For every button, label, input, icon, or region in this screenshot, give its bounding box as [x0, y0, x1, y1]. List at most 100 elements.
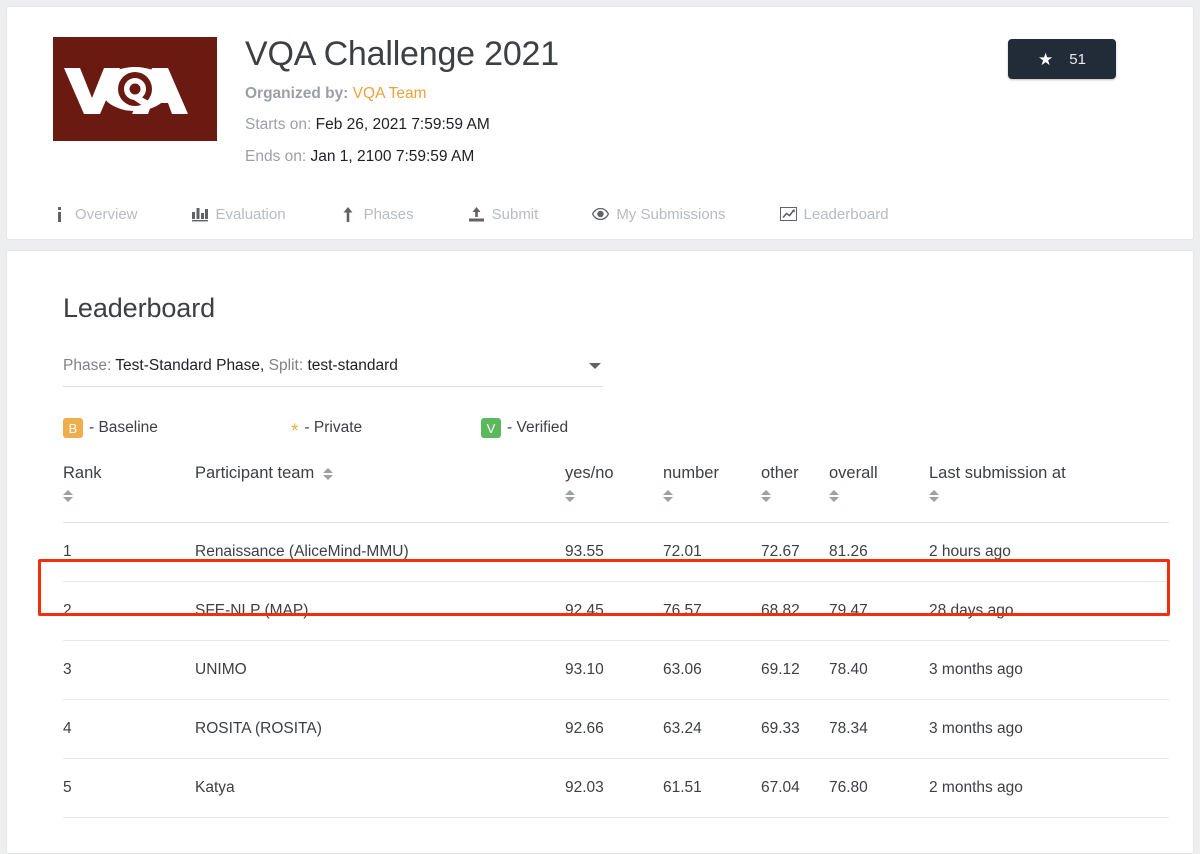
- cell-other: 68.82: [761, 581, 829, 641]
- tab-evaluation[interactable]: Evaluation: [192, 202, 286, 227]
- star-count-label: 51: [1069, 50, 1086, 68]
- leaderboard-legend: B - Baseline * - Private V - Verified: [63, 418, 1157, 442]
- trend-line-icon: [779, 206, 797, 223]
- table-header-row: Rank Participant team yes/no number othe…: [63, 464, 1169, 523]
- cell-overall: 81.26: [829, 522, 929, 582]
- sort-icon-team[interactable]: [323, 467, 334, 480]
- cell-rank: 4: [63, 699, 147, 759]
- cell-team: Renaissance (AliceMind-MMU): [147, 522, 565, 582]
- sort-icon-number[interactable]: [663, 490, 673, 502]
- sort-icon-rank[interactable]: [63, 490, 73, 502]
- tab-phases[interactable]: Phases: [340, 202, 414, 227]
- column-header-overall-label: overall: [829, 464, 878, 482]
- cell-last-submission: 2 months ago: [929, 758, 1169, 818]
- tab-evaluation-label: Evaluation: [215, 205, 286, 223]
- column-header-overall[interactable]: overall: [829, 464, 929, 523]
- column-header-number[interactable]: number: [663, 464, 761, 523]
- cell-rank: 3: [63, 640, 147, 700]
- organizer-link[interactable]: VQA Team: [353, 85, 427, 102]
- private-star-icon: *: [291, 420, 299, 442]
- column-header-team[interactable]: Participant team: [147, 464, 565, 523]
- split-value: test-standard: [307, 357, 398, 374]
- phase-split-value: Phase: Test-Standard Phase, Split: test-…: [63, 357, 589, 375]
- cell-team: SFE-NLP (MAP): [147, 581, 565, 641]
- cell-overall: 79.47: [829, 581, 929, 641]
- baseline-badge-icon: B: [63, 418, 83, 438]
- page-title: VQA Challenge 2021: [245, 35, 559, 73]
- challenge-nav-tabs: Overview Evaluation Phases Submit My Sub…: [51, 202, 1163, 227]
- table-row[interactable]: 4 ROSITA (ROSITA) 92.66 63.24 69.33 78.3…: [63, 699, 1169, 759]
- sort-icon-overall[interactable]: [829, 490, 839, 502]
- cell-yesno: 92.45: [565, 581, 663, 641]
- cell-number: 76.57: [663, 581, 761, 641]
- column-header-other[interactable]: other: [761, 464, 829, 523]
- tab-overview-label: Overview: [75, 205, 138, 223]
- legend-item-baseline: B - Baseline: [63, 418, 291, 438]
- table-row[interactable]: 3 UNIMO 93.10 63.06 69.12 78.40 3 months…: [63, 640, 1169, 700]
- cell-overall: 76.80: [829, 758, 929, 818]
- page-root: VQA Challenge 2021 Organized by: VQA Tea…: [0, 0, 1200, 854]
- ends-on-line: Ends on: Jan 1, 2100 7:59:59 AM: [245, 145, 559, 168]
- starts-on-value: Feb 26, 2021 7:59:59 AM: [315, 116, 490, 134]
- upload-arrow-icon: [340, 206, 357, 223]
- organizer-line: Organized by: VQA Team: [245, 82, 559, 105]
- cell-other: 67.04: [761, 758, 829, 818]
- column-header-yesno-label: yes/no: [565, 464, 614, 482]
- column-header-rank[interactable]: Rank: [63, 464, 147, 523]
- cell-yesno: 92.66: [565, 699, 663, 759]
- column-header-yesno[interactable]: yes/no: [565, 464, 663, 523]
- cell-yesno: 92.03: [565, 758, 663, 818]
- column-header-other-label: other: [761, 464, 799, 482]
- cell-rank: 5: [63, 758, 147, 818]
- phase-split-select[interactable]: Phase: Test-Standard Phase, Split: test-…: [63, 357, 603, 387]
- cell-other: 69.12: [761, 640, 829, 700]
- starts-on-line: Starts on: Feb 26, 2021 7:59:59 AM: [245, 113, 559, 136]
- leaderboard-card: Leaderboard Phase: Test-Standard Phase, …: [6, 250, 1194, 854]
- info-icon: [51, 206, 68, 223]
- ends-on-label: Ends on:: [245, 147, 307, 165]
- cell-number: 61.51: [663, 758, 761, 818]
- cell-last-submission: 2 hours ago: [929, 522, 1169, 582]
- eye-icon: [592, 206, 610, 223]
- tab-my-submissions-label: My Submissions: [616, 205, 726, 223]
- cell-yesno: 93.55: [565, 522, 663, 582]
- star-count-button[interactable]: ★ 51: [1008, 39, 1116, 79]
- verified-badge-icon: V: [481, 418, 501, 438]
- cell-number: 63.24: [663, 699, 761, 759]
- cell-last-submission: 3 months ago: [929, 699, 1169, 759]
- challenge-header-top: VQA Challenge 2021 Organized by: VQA Tea…: [53, 33, 1163, 168]
- tab-leaderboard[interactable]: Leaderboard: [779, 202, 889, 227]
- table-row[interactable]: 5 Katya 92.03 61.51 67.04 76.80 2 months…: [63, 758, 1169, 818]
- cell-overall: 78.40: [829, 640, 929, 700]
- split-label: Split:: [268, 357, 304, 374]
- column-header-last-submission[interactable]: Last submission at: [929, 464, 1169, 523]
- legend-baseline-label: - Baseline: [89, 419, 158, 436]
- cell-last-submission: 3 months ago: [929, 640, 1169, 700]
- legend-private-label: - Private: [304, 419, 363, 436]
- sort-icon-other[interactable]: [761, 490, 771, 502]
- sort-icon-yesno[interactable]: [565, 490, 575, 502]
- tab-submit[interactable]: Submit: [468, 202, 539, 227]
- cell-number: 63.06: [663, 640, 761, 700]
- legend-item-verified: V - Verified: [481, 418, 568, 438]
- cell-number: 72.01: [663, 522, 761, 582]
- cell-team: Katya: [147, 758, 565, 818]
- starts-on-label: Starts on:: [245, 116, 312, 134]
- leaderboard-title: Leaderboard: [63, 293, 216, 323]
- cell-other: 69.33: [761, 699, 829, 759]
- cell-yesno: 93.10: [565, 640, 663, 700]
- leaderboard-table-body: 1 Renaissance (AliceMind-MMU) 93.55 72.0…: [63, 522, 1169, 818]
- tab-overview[interactable]: Overview: [51, 202, 138, 227]
- cell-team: ROSITA (ROSITA): [147, 699, 565, 759]
- sort-icon-last-submission[interactable]: [929, 490, 939, 502]
- chevron-down-icon[interactable]: [589, 363, 601, 369]
- cell-team: UNIMO: [147, 640, 565, 700]
- challenge-header-text: VQA Challenge 2021 Organized by: VQA Tea…: [245, 33, 559, 168]
- table-row[interactable]: 2 SFE-NLP (MAP) 92.45 76.57 68.82 79.47 …: [63, 581, 1169, 641]
- phase-value: Test-Standard Phase,: [115, 357, 265, 374]
- tab-my-submissions[interactable]: My Submissions: [592, 202, 726, 227]
- cell-overall: 78.34: [829, 699, 929, 759]
- tab-submit-label: Submit: [491, 205, 539, 223]
- table-row[interactable]: 1 Renaissance (AliceMind-MMU) 93.55 72.0…: [63, 522, 1169, 582]
- bar-chart-icon: [192, 206, 209, 223]
